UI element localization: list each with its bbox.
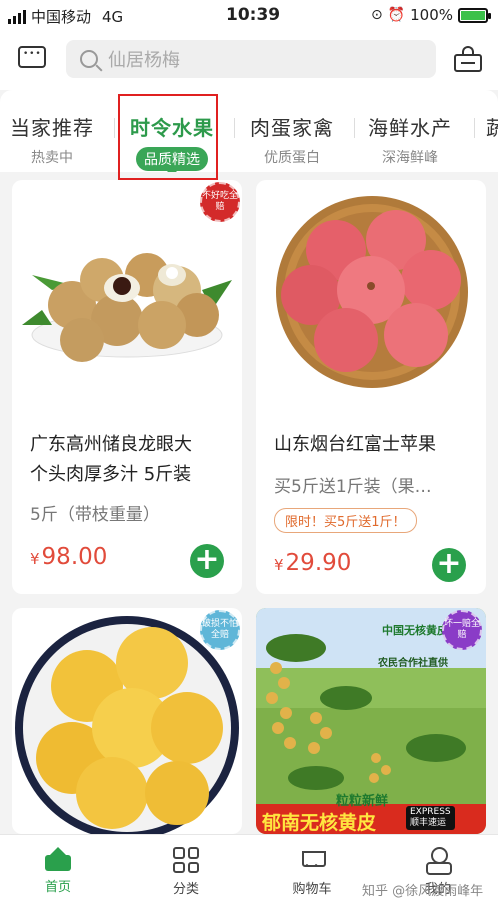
banner-bottom-text: 郁南无核黄皮 [262, 812, 377, 834]
search-placeholder: 仙居杨梅 [108, 50, 180, 71]
tab-title: 蔬 [486, 116, 498, 140]
promo-tag: 限时！买5斤送1斤！ [274, 508, 417, 533]
tabbar-label: 购物车 [292, 882, 332, 897]
search-bar[interactable]: 仙居杨梅 [66, 40, 436, 78]
banner-top-text: 中国无核黄皮 [382, 624, 448, 637]
watermark: 知乎 @徐风渡雨峰年 [362, 884, 484, 899]
signal-icon [8, 9, 26, 24]
guarantee-badge: 坏一赔全赔 [442, 610, 482, 650]
cart-icon [298, 847, 326, 873]
banner-slogan: 粒粒新鲜 [336, 794, 389, 809]
tab-title: 当家推荐 [10, 116, 94, 140]
grid-icon [173, 847, 199, 873]
tab-recommend[interactable]: 当家推荐 热卖中 [10, 112, 94, 167]
tab-vegetables[interactable]: 蔬 [486, 112, 498, 147]
battery-percent: 100% [410, 6, 453, 24]
add-to-cart-button[interactable]: + [432, 548, 466, 582]
tabbar-category[interactable]: 分类 [146, 847, 226, 897]
search-icon [80, 50, 98, 68]
network-type: 4G [102, 7, 124, 26]
tab-seafood[interactable]: 海鲜水产 深海鲜峰 [368, 112, 452, 167]
lock-rotation-icon: ⊙ [370, 7, 383, 23]
product-title: 广东高州储良龙眼大 个头肉厚多汁 5斤装 [30, 434, 192, 485]
product-price: ¥29.90 [274, 550, 352, 576]
tab-title: 海鲜水产 [368, 116, 452, 140]
shopping-bag-icon[interactable] [454, 46, 482, 72]
product-card[interactable]: 山东烟台红富士苹果 买5斤送1斤装（果… 限时！买5斤送1斤！ ¥29.90 + [256, 180, 486, 594]
tabbar-home[interactable]: 首页 [18, 847, 98, 895]
product-title: 山东烟台红富士苹果 [274, 434, 436, 455]
carrier-info: 中国移动 4G [8, 6, 123, 27]
status-bar: 中国移动 4G 10:39 ⊙ ⏰ 100% [0, 0, 498, 32]
product-price: ¥98.00 [30, 544, 108, 570]
tabbar-label: 首页 [44, 880, 71, 895]
banner-sub-text: 农民合作社直供 [378, 658, 448, 669]
tab-subtitle: 优质蛋白 [264, 150, 320, 166]
tab-subtitle: 热卖中 [31, 150, 73, 166]
product-card[interactable]: 不好吃全赔 广东高州储良龙眼大 个头肉厚多汁 5斤装 5斤（带枝重量） ¥98.… [12, 180, 242, 594]
tabbar-label: 分类 [172, 882, 199, 897]
add-to-cart-button[interactable]: + [190, 544, 224, 578]
tabbar-cart[interactable]: 购物车 [272, 847, 352, 897]
home-icon [45, 847, 71, 871]
product-spec: 买5斤送1斤装（果… [274, 477, 432, 497]
status-right: ⊙ ⏰ 100% [370, 6, 491, 24]
tab-subtitle: 深海鲜峰 [382, 150, 438, 166]
carrier-name: 中国移动 [31, 8, 92, 26]
apple-image [276, 196, 468, 388]
clock: 10:39 [226, 5, 281, 25]
tab-meat-eggs[interactable]: 肉蛋家禽 优质蛋白 [250, 112, 334, 167]
product-spec: 5斤（带枝重量） [30, 505, 160, 525]
guarantee-badge: 破损不怕全赔 [200, 610, 240, 650]
category-tabs: 当家推荐 热卖中 时令水果 品质精选 肉蛋家禽 优质蛋白 海鲜水产 深海鲜峰 蔬 [0, 90, 498, 172]
guarantee-badge: 不好吃全赔 [200, 182, 240, 222]
product-card[interactable]: 破损不怕全赔 [12, 608, 242, 834]
battery-icon [458, 7, 491, 23]
message-icon[interactable] [18, 46, 46, 68]
express-logo: EXPRESS 顺丰速运 [406, 806, 455, 830]
user-icon [425, 847, 452, 875]
product-card[interactable]: 中国无核黄皮 农民合作社直供 粒粒新鲜 郁南无核黄皮 EXPRESS 顺丰速运 … [256, 608, 486, 834]
tab-title: 肉蛋家禽 [250, 116, 334, 140]
annotation-highlight-box [118, 94, 218, 180]
top-header: 仙居杨梅 [0, 32, 498, 90]
alarm-icon: ⏰ [387, 7, 406, 23]
